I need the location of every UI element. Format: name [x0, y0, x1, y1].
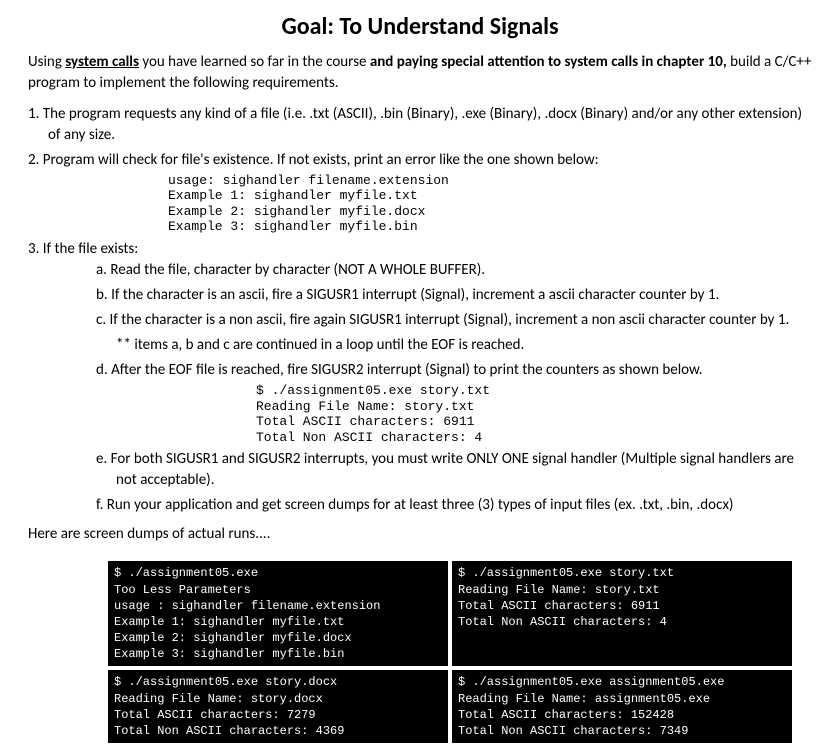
- sub-requirements-list-2: After the EOF file is reached, fire SIGU…: [48, 360, 812, 516]
- sub-requirements-list: Read the file, character by character (N…: [48, 260, 812, 331]
- page-title: Goal: To Understand Signals: [28, 10, 812, 44]
- intro-bold-underline: system calls: [65, 53, 139, 71]
- sub-f: Run your application and get screen dump…: [96, 495, 812, 516]
- requirements-list: The program requests any kind of a file …: [28, 104, 812, 517]
- sub-d-text: After the EOF file is reached, fire SIGU…: [111, 361, 703, 379]
- requirement-1: The program requests any kind of a file …: [28, 104, 812, 146]
- intro-text-2: you have learned so far in the course: [139, 53, 370, 71]
- terminal-top-left: $ ./assignment05.exe Too Less Parameters…: [108, 561, 448, 666]
- sub-c-text: If the character is a non ascii, fire ag…: [110, 311, 790, 329]
- sub-e-text: For both SIGUSR1 and SIGUSR2 interrupts,…: [111, 450, 794, 489]
- requirement-3: If the file exists: Read the file, chara…: [28, 239, 812, 516]
- requirement-2-text: Program will check for file's existence.…: [43, 151, 599, 169]
- sub-b: If the character is an ascii, fire a SIG…: [96, 285, 812, 306]
- terminal-screenshots: $ ./assignment05.exe Too Less Parameters…: [28, 561, 812, 743]
- intro-paragraph: Using system calls you have learned so f…: [28, 52, 812, 94]
- output-code-block: $ ./assignment05.exe story.txt Reading F…: [116, 383, 812, 445]
- requirement-2: Program will check for file's existence.…: [28, 150, 812, 235]
- intro-bold-2: and paying special attention to system c…: [370, 53, 727, 71]
- terminal-top-right: $ ./assignment05.exe story.txt Reading F…: [452, 561, 792, 666]
- sub-b-text: If the character is an ascii, fire a SIG…: [111, 286, 719, 304]
- terminal-bottom-right: $ ./assignment05.exe assignment05.exe Re…: [452, 670, 792, 743]
- loop-note: ** items a, b and c are continued in a l…: [48, 335, 812, 356]
- sub-f-text: Run your application and get screen dump…: [107, 496, 734, 514]
- sub-c: If the character is a non ascii, fire ag…: [96, 310, 812, 331]
- sub-a: Read the file, character by character (N…: [96, 260, 812, 281]
- intro-text-1: Using: [28, 53, 65, 71]
- requirement-3-text: If the file exists:: [43, 240, 139, 258]
- sub-d: After the EOF file is reached, fire SIGU…: [96, 360, 812, 445]
- sub-e: For both SIGUSR1 and SIGUSR2 interrupts,…: [96, 449, 812, 491]
- requirement-1-text: The program requests any kind of a file …: [43, 105, 802, 144]
- screendumps-intro: Here are screen dumps of actual runs....: [28, 524, 812, 545]
- sub-a-text: Read the file, character by character (N…: [110, 261, 485, 279]
- usage-code-block: usage: sighandler filename.extension Exa…: [48, 173, 812, 235]
- terminal-bottom-left: $ ./assignment05.exe story.docx Reading …: [108, 670, 448, 743]
